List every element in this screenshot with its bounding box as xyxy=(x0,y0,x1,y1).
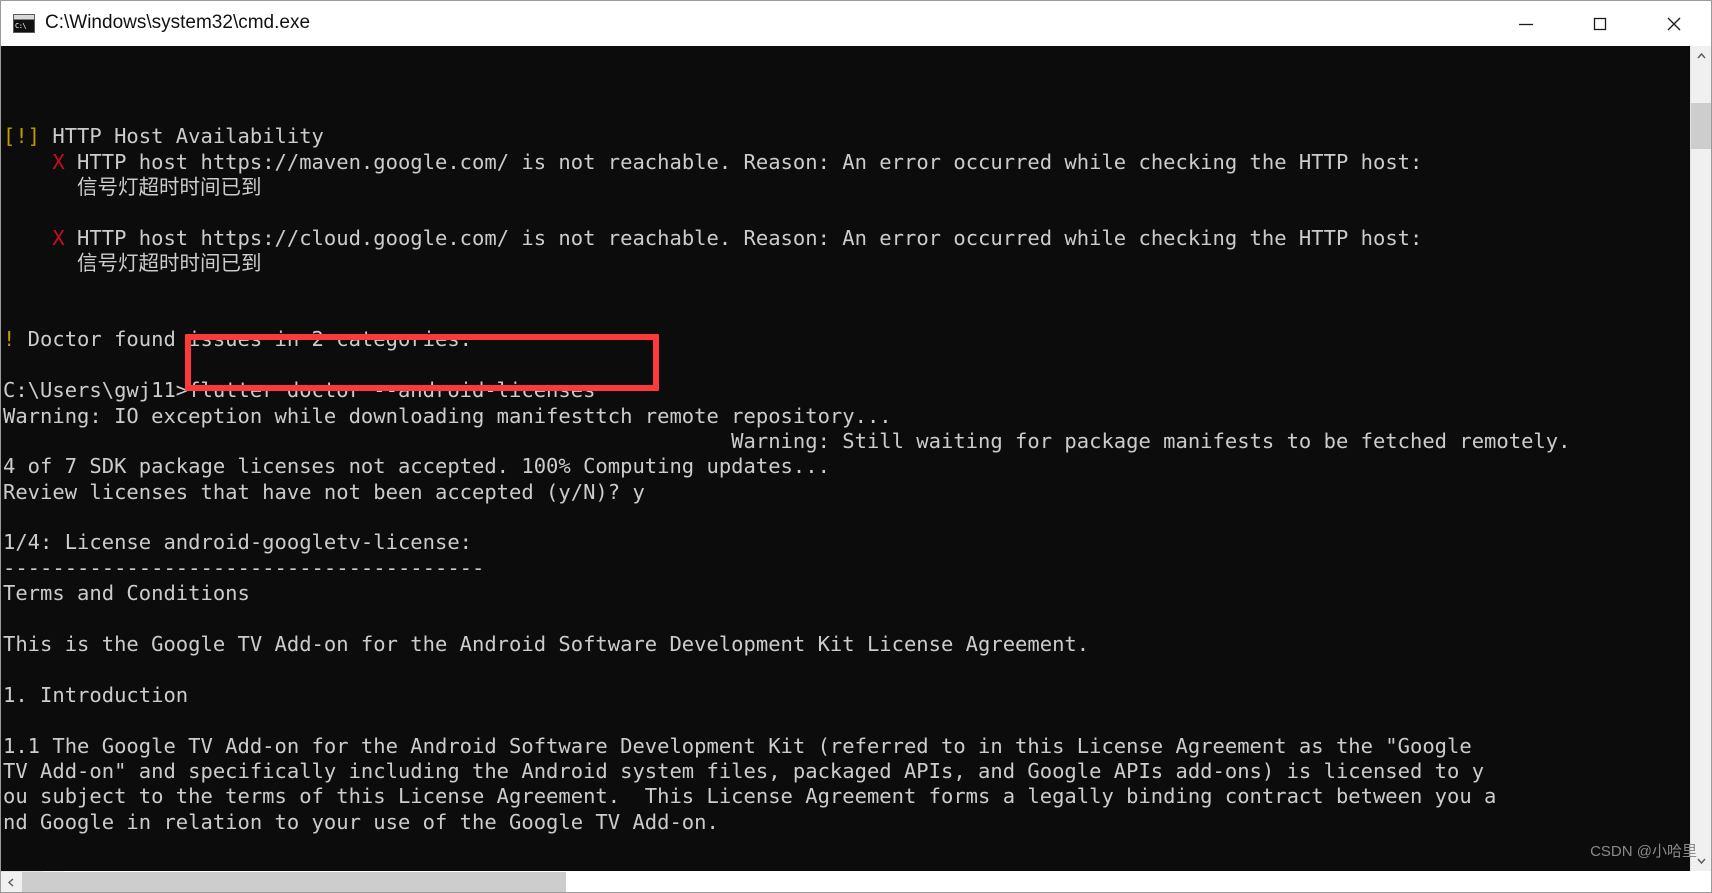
close-button[interactable] xyxy=(1637,1,1711,46)
window-title: C:\Windows\system32\cmd.exe xyxy=(45,12,311,33)
console-text: TV Add-on" and specifically including th… xyxy=(3,758,1485,783)
console-line: TV Add-on" and specifically including th… xyxy=(3,759,1690,784)
console-text: --------------------------------------- xyxy=(3,555,485,580)
csdn-watermark: CSDN @小哈里 xyxy=(1590,843,1697,860)
console-text: 信号灯超时时间已到 xyxy=(3,251,262,276)
console-output[interactable]: [!] HTTP Host Availability X HTTP host h… xyxy=(1,46,1690,871)
vertical-scrollbar[interactable] xyxy=(1690,46,1711,871)
console-text: 1.1 The Google TV Add-on for the Android… xyxy=(3,733,1472,758)
console-text: C:\Users\gwj11>flutter doctor --android-… xyxy=(3,378,596,403)
horizontal-scrollbar[interactable] xyxy=(1,871,566,892)
scroll-left-arrow-icon[interactable] xyxy=(1,872,22,892)
console-line: 4 of 7 SDK package licenses not accepted… xyxy=(3,454,1690,479)
console-line: Terms and Conditions xyxy=(3,581,1690,606)
bottom-scrollbar-row xyxy=(1,871,1711,892)
title-bar[interactable]: C:\Windows\system32\cmd.exe xyxy=(1,1,1711,46)
console-line: ! Doctor found issues in 2 categories. xyxy=(3,327,1690,352)
vertical-scrollbar-track[interactable] xyxy=(1691,67,1711,850)
console-text: 信号灯超时时间已到 xyxy=(3,175,262,199)
console-line: This is the Google TV Add-on for the And… xyxy=(3,632,1690,657)
console-line: Warning: Still waiting for package manif… xyxy=(3,429,1690,454)
console-text: ! xyxy=(3,327,16,352)
console-text: Doctor found issues in 2 categories. xyxy=(15,327,472,352)
scroll-up-arrow-icon[interactable] xyxy=(1691,46,1711,67)
console-line: Warning: IO exception while downloading … xyxy=(3,404,1690,429)
console-text: Terms and Conditions xyxy=(3,581,250,606)
cmd-window: C:\Windows\system32\cmd.exe xyxy=(0,0,1712,893)
minimize-button[interactable] xyxy=(1489,1,1563,46)
console-line: 1.1 The Google TV Add-on for the Android… xyxy=(3,734,1690,759)
console-text: 1. Introduction xyxy=(3,682,189,707)
title-bar-left: C:\Windows\system32\cmd.exe xyxy=(1,12,310,34)
console-line: 1/4: License android-googletv-license: xyxy=(3,530,1690,555)
console-line: 1. Introduction xyxy=(3,683,1690,708)
console-text: Warning: Still waiting for package manif… xyxy=(3,428,1571,453)
console-text: HTTP host https://maven.google.com/ is n… xyxy=(64,149,1423,174)
console-text: X xyxy=(52,149,65,174)
console-text: HTTP host https://cloud.google.com/ is n… xyxy=(64,225,1423,250)
console-line: ou subject to the terms of this License … xyxy=(3,784,1690,809)
console-text: Warning: IO exception while downloading … xyxy=(3,403,892,428)
console-line: X HTTP host https://maven.google.com/ is… xyxy=(3,150,1690,175)
console-line: 信号灯超时时间已到 xyxy=(3,175,1690,200)
console-line: C:\Users\gwj11>flutter doctor --android-… xyxy=(3,378,1690,403)
maximize-button[interactable] xyxy=(1563,1,1637,46)
console-line: --------------------------------------- xyxy=(3,556,1690,581)
console-line: X HTTP host https://cloud.google.com/ is… xyxy=(3,226,1690,251)
console-line: 信号灯超时时间已到 xyxy=(3,251,1690,276)
console-text: Review licenses that have not been accep… xyxy=(3,479,645,504)
console-text: This is the Google TV Add-on for the And… xyxy=(3,632,1090,657)
window-controls xyxy=(1489,1,1711,46)
console-text: [!] xyxy=(3,124,41,149)
console-text: ou subject to the terms of this License … xyxy=(3,784,1497,809)
vertical-scrollbar-thumb[interactable] xyxy=(1691,103,1711,149)
console-line: Review licenses that have not been accep… xyxy=(3,480,1690,505)
console-text: X xyxy=(52,225,65,250)
horizontal-scrollbar-thumb[interactable] xyxy=(22,872,566,892)
console-area: [!] HTTP Host Availability X HTTP host h… xyxy=(1,46,1711,871)
cmd-icon xyxy=(13,13,35,33)
console-line: nd Google in relation to your use of the… xyxy=(3,810,1690,835)
console-line: [!] HTTP Host Availability xyxy=(3,124,1690,149)
console-text: 1/4: License android-googletv-license: xyxy=(3,530,472,555)
console-text: HTTP Host Availability xyxy=(40,124,324,149)
console-text: nd Google in relation to your use of the… xyxy=(3,809,719,834)
console-text: 4 of 7 SDK package licenses not accepted… xyxy=(3,454,830,479)
